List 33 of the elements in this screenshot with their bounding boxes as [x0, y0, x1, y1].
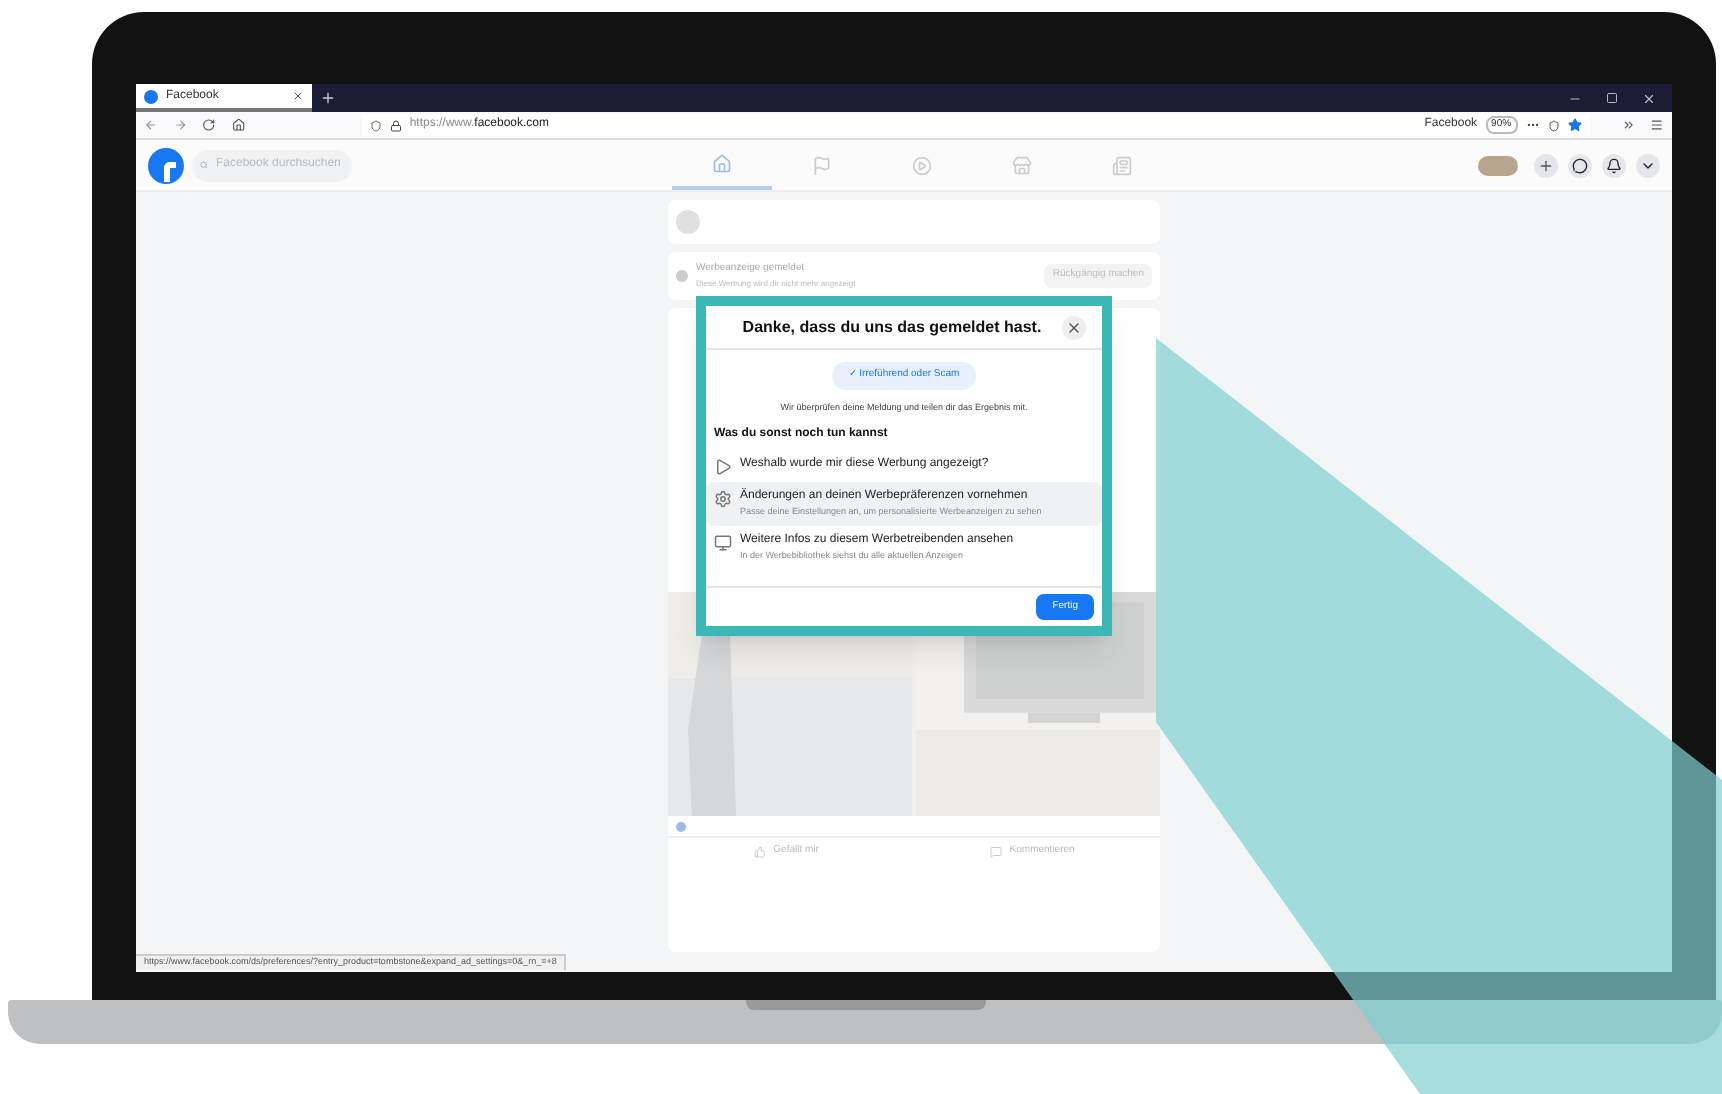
menu-icon[interactable]	[1650, 118, 1664, 132]
maximize-icon[interactable]	[1606, 92, 1618, 104]
back-icon[interactable]	[144, 118, 158, 132]
create-icon[interactable]	[1534, 153, 1558, 177]
home-icon	[712, 153, 732, 173]
reload-icon[interactable]	[202, 118, 217, 132]
search-icon	[200, 158, 208, 172]
thumbs-up-icon	[753, 845, 766, 857]
avatar-icon	[676, 210, 700, 234]
like-icon	[676, 821, 686, 831]
dialog-title: Danke, dass du uns das gemeldet hast.	[740, 315, 1044, 339]
store-icon	[1012, 155, 1032, 175]
avatar-icon[interactable]	[1478, 155, 1518, 175]
flag-icon	[812, 155, 832, 175]
bookmark-star-icon[interactable]	[1567, 118, 1582, 132]
account-menu-icon[interactable]	[1636, 153, 1660, 177]
info-icon	[676, 270, 688, 282]
lock-icon	[389, 119, 402, 131]
gear-icon	[714, 490, 732, 509]
bell-icon[interactable]	[1602, 153, 1626, 177]
overflow-icon[interactable]	[1621, 118, 1635, 132]
shield-icon	[369, 119, 382, 131]
comment-icon	[989, 845, 1002, 857]
close-icon[interactable]	[1642, 91, 1656, 105]
close-icon[interactable]	[292, 90, 304, 102]
forward-icon[interactable]	[173, 118, 187, 132]
watch-icon	[912, 155, 932, 175]
news-icon	[1112, 155, 1132, 175]
more-icon[interactable]	[1525, 118, 1540, 132]
home-icon[interactable]	[232, 118, 246, 132]
play-icon	[714, 458, 732, 477]
new-tab-icon[interactable]	[320, 90, 336, 106]
close-icon[interactable]	[1062, 315, 1086, 339]
